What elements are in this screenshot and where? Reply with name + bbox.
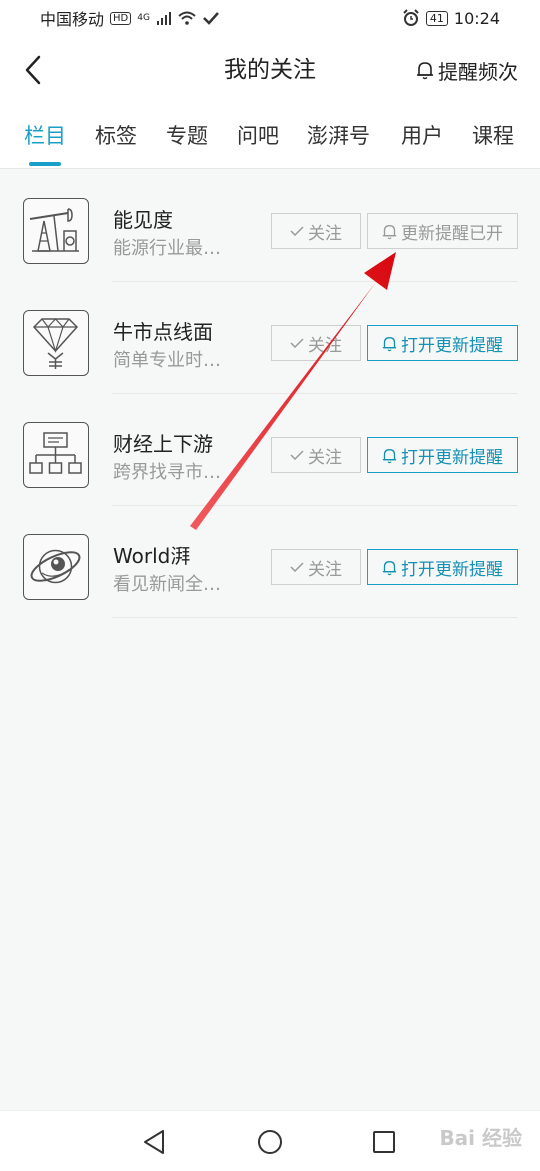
- back-button[interactable]: [18, 50, 48, 90]
- item-description: 能源行业最…: [113, 238, 221, 259]
- update-remind-label: 打开更新提醒: [401, 559, 503, 580]
- follow-label: 关注: [308, 335, 342, 356]
- list-item[interactable]: World湃 看见新闻全… 关注 打开更新提醒: [0, 506, 540, 618]
- tab-tags[interactable]: 标签: [95, 118, 137, 154]
- check-icon: [290, 338, 304, 348]
- check-icon: [290, 226, 304, 236]
- network-label: 4G: [137, 13, 150, 23]
- tab-topics[interactable]: 专题: [166, 118, 208, 154]
- remind-frequency-button[interactable]: 提醒频次: [416, 54, 518, 86]
- tab-pengpai-accounts[interactable]: 澎湃号: [307, 118, 370, 154]
- follow-button[interactable]: 关注: [271, 325, 361, 361]
- org-chart-icon: [23, 422, 89, 488]
- update-remind-label: 打开更新提醒: [401, 447, 503, 468]
- triangle-back-icon: [144, 1130, 164, 1154]
- follow-button[interactable]: 关注: [271, 213, 361, 249]
- item-name: World湃: [113, 544, 191, 568]
- chevron-left-icon: [25, 55, 41, 85]
- battery-level: 41: [425, 10, 448, 26]
- update-remind-button[interactable]: 打开更新提醒: [367, 549, 518, 585]
- tab-column[interactable]: 栏目: [24, 118, 66, 154]
- nav-back-button[interactable]: [137, 1125, 171, 1159]
- bell-icon: [382, 224, 397, 239]
- bell-icon: [382, 560, 397, 575]
- square-recents-icon: [373, 1131, 395, 1153]
- list-item[interactable]: 能见度 能源行业最… 关注 更新提醒已开: [0, 170, 540, 282]
- bell-icon: [382, 448, 397, 463]
- update-remind-label: 更新提醒已开: [401, 223, 503, 244]
- follow-label: 关注: [308, 447, 342, 468]
- update-remind-button[interactable]: 打开更新提醒: [367, 437, 518, 473]
- data-saver-icon: [203, 12, 219, 25]
- list-item[interactable]: 牛市点线面 简单专业时… 关注 打开更新提醒: [0, 282, 540, 394]
- watermark-logo: Bai 经验: [439, 1126, 522, 1150]
- item-description: 简单专业时…: [113, 350, 221, 371]
- update-remind-button[interactable]: 更新提醒已开: [367, 213, 518, 249]
- active-tab-indicator: [29, 162, 61, 166]
- tab-courses[interactable]: 课程: [472, 118, 514, 154]
- page-header: 我的关注 提醒频次: [0, 36, 540, 104]
- hd-badge: HD: [110, 11, 132, 25]
- check-icon: [290, 562, 304, 572]
- item-description: 看见新闻全…: [113, 574, 221, 595]
- follow-button[interactable]: 关注: [271, 437, 361, 473]
- check-icon: [290, 450, 304, 460]
- alarm-icon: [403, 9, 419, 26]
- planet-icon: [23, 534, 89, 600]
- row-divider: [112, 617, 518, 618]
- item-name: 牛市点线面: [113, 320, 213, 344]
- list-item[interactable]: 财经上下游 跨界找寻市… 关注 打开更新提醒: [0, 394, 540, 506]
- category-tabs: 栏目 标签 专题 问吧 澎湃号 用户 课程: [0, 104, 540, 169]
- bell-icon: [417, 62, 433, 80]
- oil-pump-icon: [23, 198, 89, 264]
- nav-home-button[interactable]: [253, 1125, 287, 1159]
- follow-label: 关注: [308, 223, 342, 244]
- update-remind-label: 打开更新提醒: [401, 335, 503, 356]
- tab-ask[interactable]: 问吧: [237, 118, 279, 154]
- status-bar: 中国移动 HD 4G 41 10:24: [0, 0, 540, 36]
- update-remind-button[interactable]: 打开更新提醒: [367, 325, 518, 361]
- item-name: 财经上下游: [113, 432, 213, 456]
- follow-button[interactable]: 关注: [271, 549, 361, 585]
- bell-icon: [382, 336, 397, 351]
- status-time: 10:24: [453, 8, 500, 28]
- signal-icon: [156, 12, 171, 25]
- diamond-icon: [23, 310, 89, 376]
- nav-recents-button[interactable]: [367, 1125, 401, 1159]
- remind-frequency-label: 提醒频次: [438, 59, 518, 84]
- wifi-icon: [178, 11, 196, 25]
- circle-home-icon: [258, 1130, 282, 1154]
- item-description: 跨界找寻市…: [113, 462, 221, 483]
- item-name: 能见度: [113, 208, 173, 232]
- carrier-label: 中国移动: [40, 10, 105, 29]
- tab-users[interactable]: 用户: [401, 118, 443, 154]
- follow-label: 关注: [308, 559, 342, 580]
